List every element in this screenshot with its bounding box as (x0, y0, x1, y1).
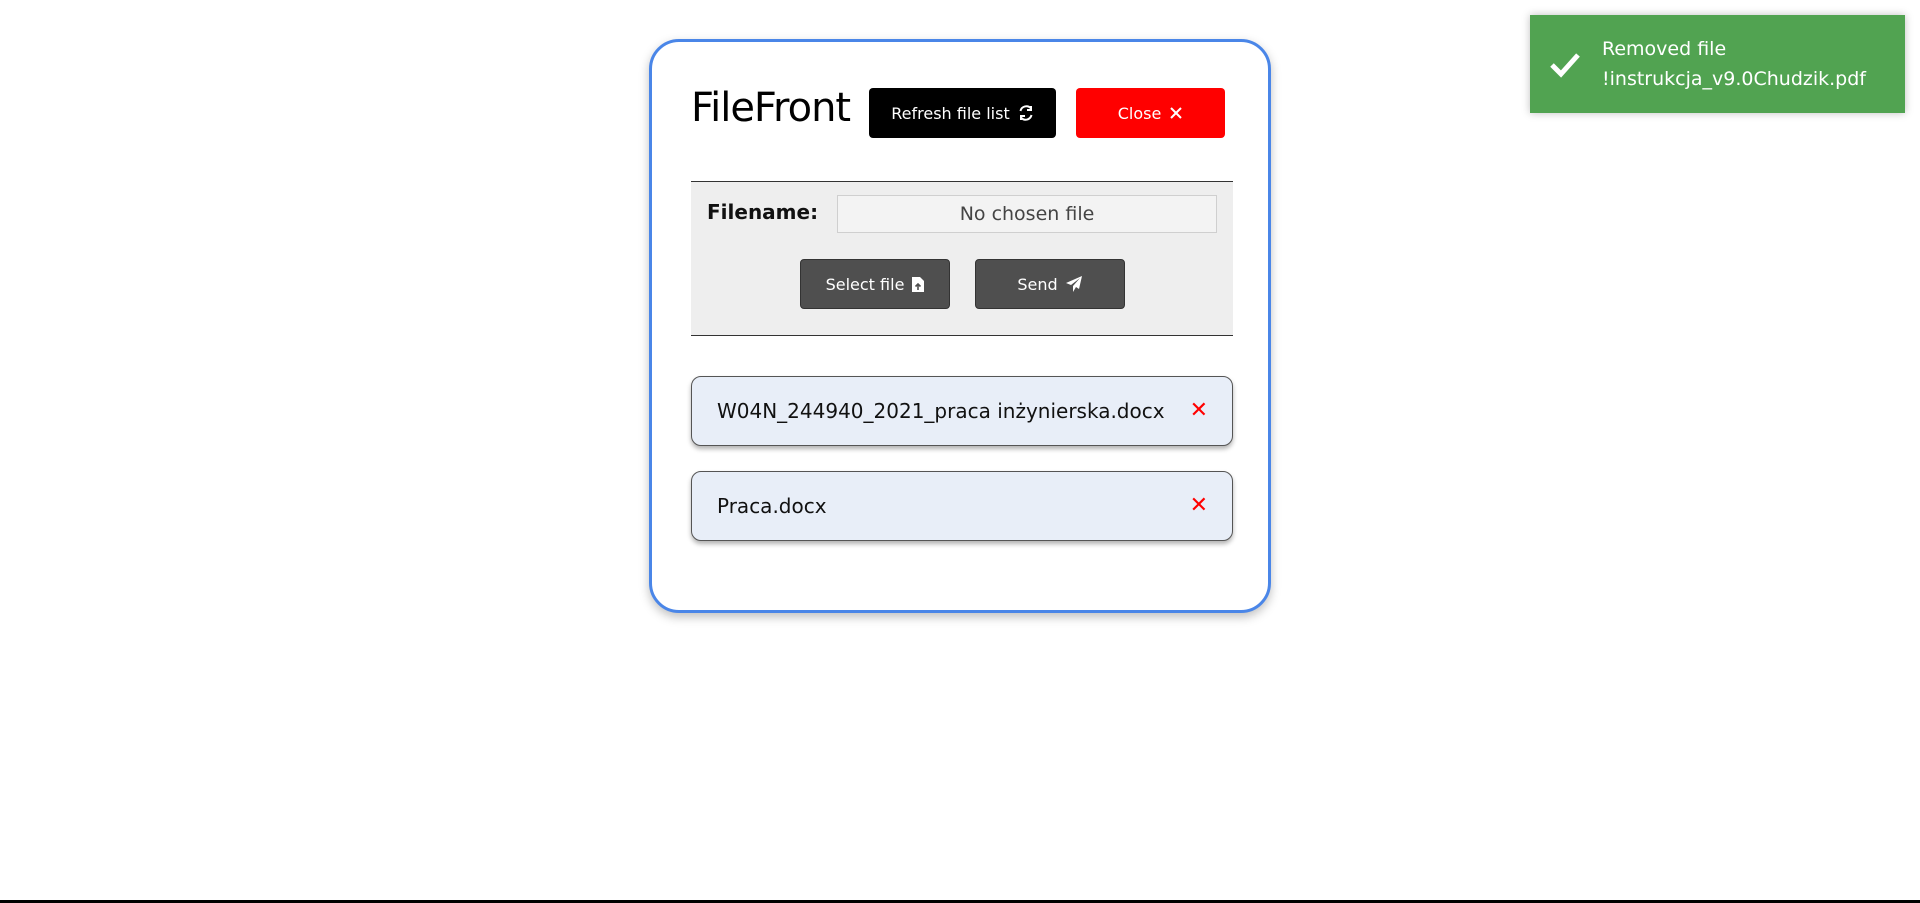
send-label: Send (1017, 274, 1058, 294)
file-upload-icon (912, 276, 925, 292)
toast-notification[interactable]: Removed file !instrukcja_v9.0Chudzik.pdf (1530, 15, 1905, 113)
send-button[interactable]: Send (975, 259, 1125, 309)
file-list-item: W04N_244940_2021_praca inżynierska.docx … (691, 376, 1233, 446)
upload-panel: Filename: No chosen file Select file Sen… (691, 181, 1233, 336)
refresh-button-label: Refresh file list (891, 103, 1010, 123)
close-icon (1170, 107, 1183, 119)
filefront-card: FileFront Refresh file list Close Filena… (649, 39, 1271, 613)
select-file-label: Select file (825, 274, 905, 294)
select-file-button[interactable]: Select file (800, 259, 950, 309)
file-name: Praca.docx (717, 494, 827, 518)
remove-icon[interactable]: ✕ (1190, 400, 1208, 422)
refresh-file-list-button[interactable]: Refresh file list (869, 88, 1056, 138)
file-name: W04N_244940_2021_praca inżynierska.docx (717, 399, 1165, 423)
filename-field: No chosen file (837, 195, 1217, 233)
remove-icon[interactable]: ✕ (1190, 495, 1208, 517)
file-list-item: Praca.docx ✕ (691, 471, 1233, 541)
close-button[interactable]: Close (1076, 88, 1225, 138)
refresh-icon (1019, 105, 1033, 121)
paper-plane-icon (1065, 276, 1082, 292)
filename-label: Filename: (707, 200, 819, 224)
checkmark-icon (1550, 53, 1580, 78)
close-button-label: Close (1117, 103, 1162, 123)
app-title: FileFront (691, 85, 851, 131)
toast-message: Removed file !instrukcja_v9.0Chudzik.pdf (1602, 38, 1866, 90)
